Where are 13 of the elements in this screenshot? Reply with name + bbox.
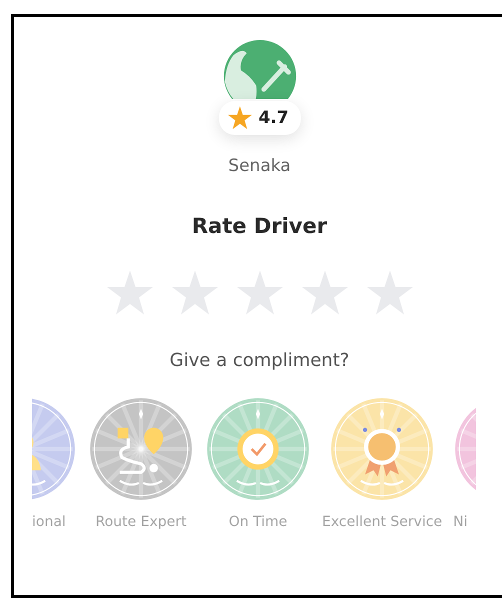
star-icon [226,105,252,131]
compliment-badge[interactable] [329,396,436,502]
compliment-label: Excellent Service [322,514,442,530]
driver-name: Senaka [228,156,291,176]
compliment-label: On Time [228,514,288,530]
compliment-badge[interactable] [205,396,311,502]
compliment-label: Ni [453,514,468,530]
compliment-label: Route Expert [96,514,186,530]
rating-value: 4.7 [258,108,289,128]
compliment-badge[interactable] [88,396,194,502]
compliment-prompt: Give a compliment? [168,350,350,371]
rate-driver-title: Rate Driver [190,214,328,238]
compliment-label: ional [32,514,66,530]
